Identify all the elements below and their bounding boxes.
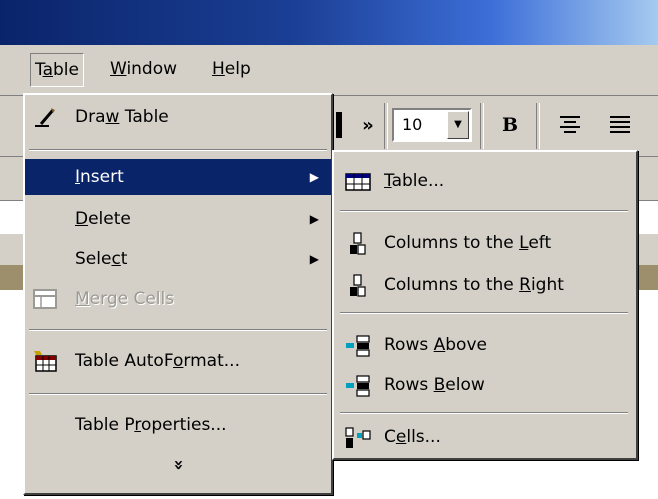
- chevron-down-icon[interactable]: ▼: [447, 111, 469, 139]
- menu-expand-button[interactable]: »: [25, 447, 331, 483]
- menu-separator: [29, 149, 327, 151]
- submenu-item-cells[interactable]: Cells...: [334, 418, 636, 456]
- insert-column-right-icon: [350, 274, 366, 297]
- submenu-arrow-icon: ▶: [309, 212, 319, 226]
- submenu-item-rows-below[interactable]: Rows Below: [334, 366, 636, 404]
- toolbar-edge-icon: [332, 105, 346, 145]
- toolbar-separator: [480, 103, 484, 149]
- window-title-bar: [0, 0, 658, 45]
- justify-icon[interactable]: [600, 105, 640, 145]
- toolbar-more-button[interactable]: »: [354, 105, 382, 145]
- menu-item-merge-cells[interactable]: Merge Cells: [25, 281, 331, 317]
- menu-separator: [340, 312, 628, 314]
- submenu-item-table[interactable]: Table...: [334, 162, 636, 200]
- submenu-item-columns-right[interactable]: Columns to the Right: [334, 266, 636, 304]
- bold-button[interactable]: B: [492, 105, 528, 145]
- menu-separator: [340, 412, 628, 414]
- align-center-icon[interactable]: [550, 105, 590, 145]
- menu-item-select[interactable]: Select ▶: [25, 241, 331, 277]
- pencil-icon: [35, 108, 55, 127]
- menu-window[interactable]: Window: [106, 53, 181, 85]
- submenu-item-rows-above[interactable]: Rows Above: [334, 326, 636, 364]
- insert-column-left-icon: [350, 232, 366, 255]
- menu-item-insert[interactable]: Insert ▶: [25, 159, 331, 195]
- menu-bar: Table Window Help: [0, 45, 658, 96]
- insert-table-icon: [345, 173, 371, 191]
- menu-item-draw-table[interactable]: Draw Table: [25, 99, 331, 135]
- insert-cells-icon: [345, 427, 371, 448]
- table-autoformat-icon: [34, 351, 57, 372]
- menu-item-delete[interactable]: Delete ▶: [25, 201, 331, 237]
- table-menu: Draw Table Insert ▶ Delete ▶ Select ▶ Me…: [23, 93, 333, 495]
- merge-cells-icon: [33, 289, 57, 309]
- menu-separator: [29, 393, 327, 395]
- menu-item-autoformat[interactable]: Table AutoFormat...: [25, 343, 331, 379]
- insert-row-above-icon: [346, 335, 370, 357]
- toolbar-separator: [536, 103, 540, 149]
- menu-item-table-properties[interactable]: Table Properties...: [25, 407, 331, 443]
- expand-chevron-icon: »: [167, 459, 188, 471]
- menu-separator: [340, 210, 628, 212]
- submenu-item-columns-left[interactable]: Columns to the Left: [334, 224, 636, 262]
- toolbar-separator: [384, 103, 388, 149]
- menu-separator: [29, 329, 327, 331]
- font-size-select[interactable]: 10 ▼: [392, 108, 472, 142]
- menu-table[interactable]: Table: [30, 53, 84, 87]
- submenu-arrow-icon: ▶: [309, 170, 319, 184]
- menu-help[interactable]: Help: [208, 53, 255, 85]
- insert-row-below-icon: [346, 375, 370, 397]
- insert-submenu: Table... Columns to the Left Columns to …: [332, 150, 638, 460]
- submenu-arrow-icon: ▶: [309, 252, 319, 266]
